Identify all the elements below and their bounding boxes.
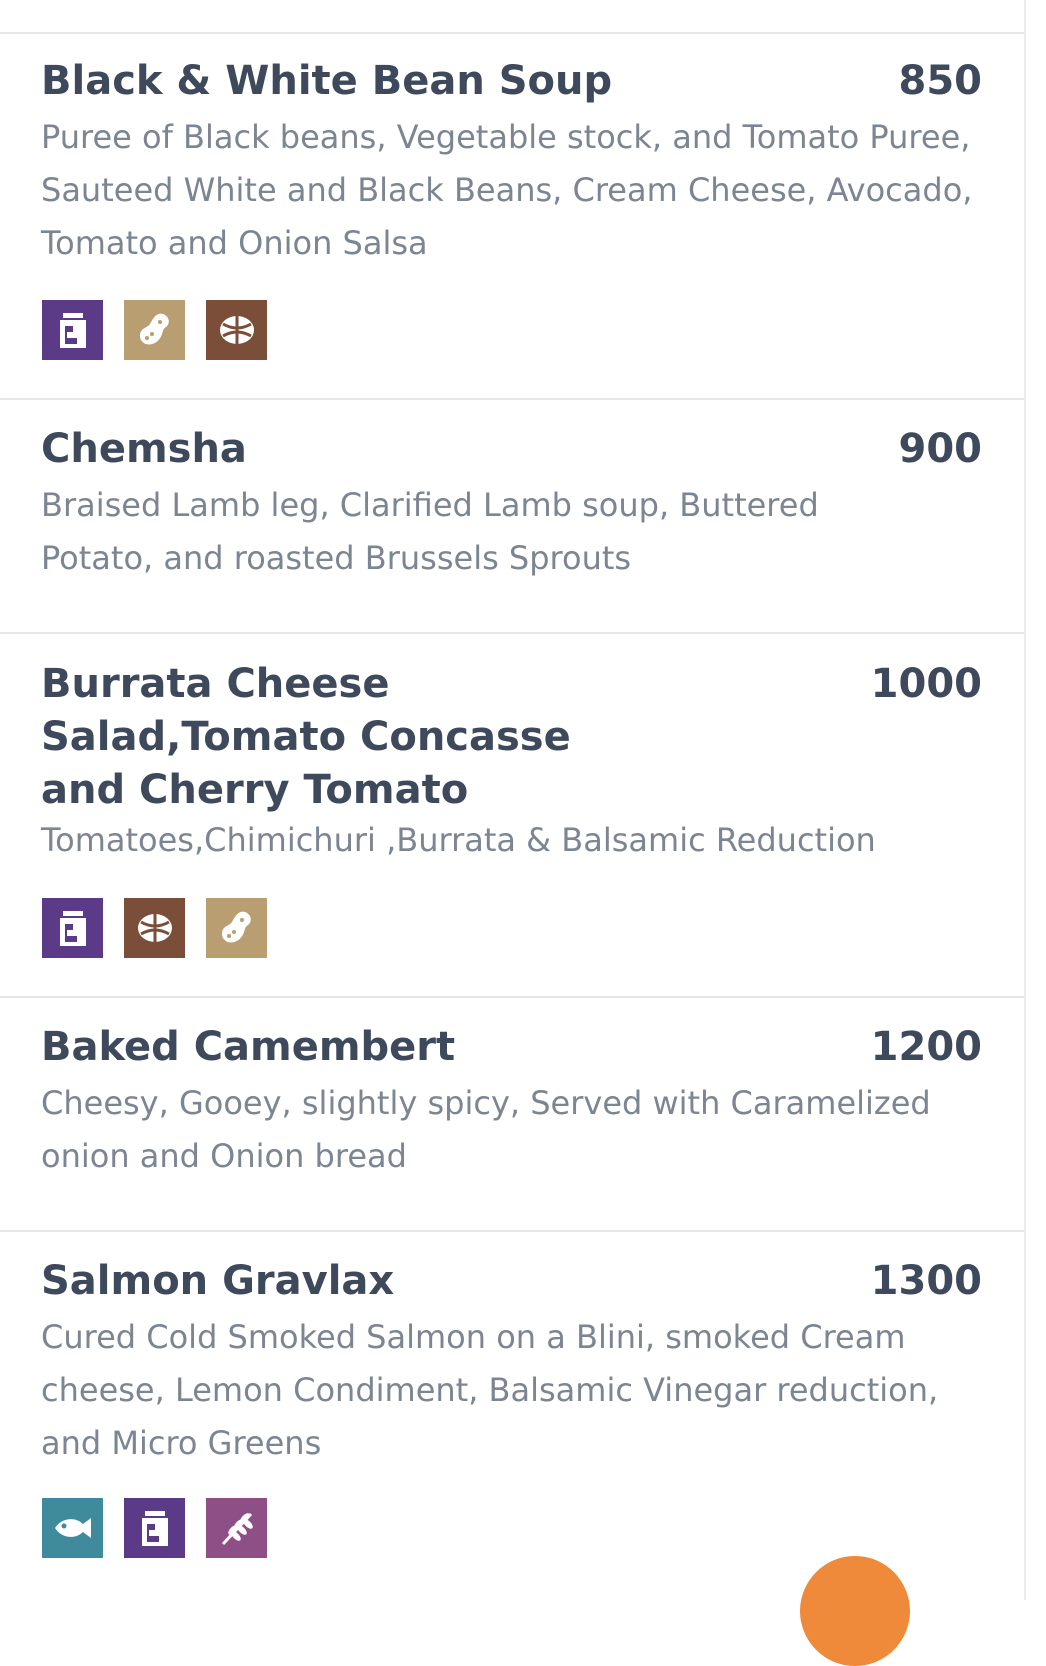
menu-item[interactable]: Burrata Cheese Salad,Tomato Concasse and… — [0, 634, 1024, 998]
wheat-icon — [206, 1498, 267, 1558]
item-price: 1300 — [870, 1258, 982, 1304]
item-name: Baked Camembert — [41, 1024, 456, 1070]
menu-list: Black & White Bean Soup 850 Puree of Bla… — [0, 0, 1026, 1600]
peanut-icon — [206, 898, 267, 958]
item-name: Black & White Bean Soup — [41, 58, 613, 104]
menu-item[interactable]: Black & White Bean Soup 850 Puree of Bla… — [0, 32, 1024, 400]
milk-jar-icon — [42, 300, 103, 360]
item-name: Burrata Cheese Salad,Tomato Concasse and… — [41, 661, 571, 813]
walnut-icon — [124, 898, 185, 958]
menu-item[interactable]: Salmon Gravlax 1300 Cured Cold Smoked Sa… — [0, 1232, 1024, 1600]
item-price: 1000 — [870, 661, 982, 707]
item-name: Chemsha — [41, 426, 247, 472]
allergen-row — [42, 300, 267, 360]
menu-item[interactable]: Chemsha 900 Braised Lamb leg, Clarified … — [0, 400, 1024, 634]
milk-jar-icon — [42, 898, 103, 958]
item-description: Puree of Black beans, Vegetable stock, a… — [41, 118, 973, 262]
item-description: Cheesy, Gooey, slightly spicy, Served wi… — [41, 1084, 931, 1175]
floating-action-button[interactable] — [800, 1556, 910, 1666]
peanut-icon — [124, 300, 185, 360]
milk-jar-icon — [124, 1498, 185, 1558]
item-price: 850 — [898, 58, 983, 104]
menu-item[interactable]: Baked Camembert 1200 Cheesy, Gooey, slig… — [0, 998, 1024, 1232]
walnut-icon — [206, 300, 267, 360]
item-description: Cured Cold Smoked Salmon on a Blini, smo… — [41, 1318, 939, 1462]
item-price: 900 — [898, 426, 983, 472]
fish-icon — [42, 1498, 103, 1558]
item-name: Salmon Gravlax — [41, 1258, 395, 1304]
top-divider — [0, 0, 1024, 34]
allergen-row — [42, 898, 267, 958]
allergen-row — [42, 1498, 267, 1558]
item-price: 1200 — [870, 1024, 982, 1070]
item-description: Tomatoes,Chimichuri ,Burrata & Balsamic … — [41, 821, 876, 859]
item-description: Braised Lamb leg, Clarified Lamb soup, B… — [41, 486, 819, 577]
